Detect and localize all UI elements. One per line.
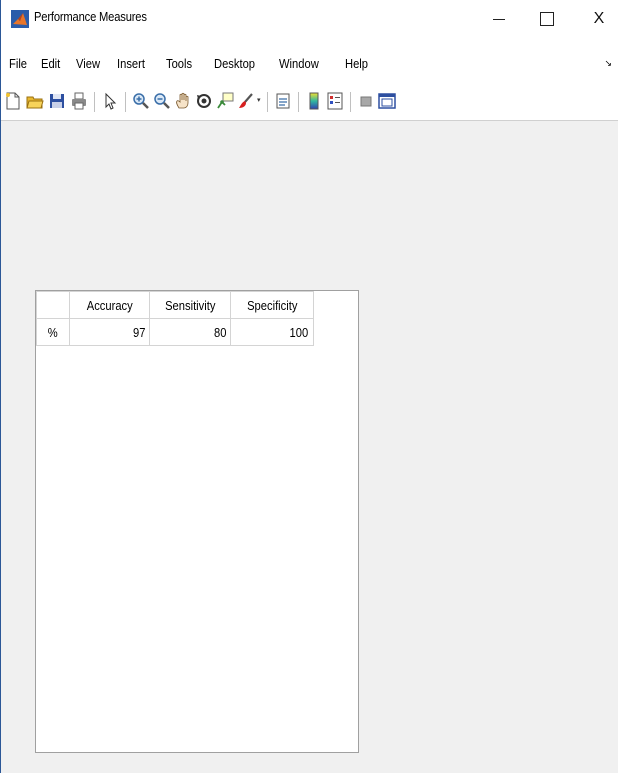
column-header-label: Accuracy [86, 297, 133, 313]
column-header-label: Sensitivity [164, 297, 216, 313]
zoom-out-button[interactable] [152, 91, 172, 111]
minimize-icon [493, 18, 505, 20]
data-cursor-icon [217, 92, 234, 109]
new-figure-button[interactable] [3, 91, 23, 111]
figure-window: Performance Measures X File Edit View In… [0, 0, 618, 773]
figure-toolbar: ▾ [1, 84, 618, 118]
hide-plot-tools-icon [360, 96, 372, 107]
link-plot-icon [276, 93, 290, 109]
sensitivity-value: 80 [213, 324, 226, 340]
figure-canvas: Accuracy Sensitivity Specificity % 97 80… [1, 120, 618, 773]
rotate-3d-icon [197, 94, 211, 108]
brush-dropdown-icon[interactable]: ▾ [257, 96, 261, 104]
specificity-value: 100 [289, 324, 309, 340]
window-title: Performance Measures [34, 9, 147, 24]
minimize-button[interactable] [479, 4, 519, 34]
toolbar-separator [350, 92, 351, 112]
column-header[interactable]: Specificity [230, 291, 314, 319]
matlab-logo-icon [11, 10, 29, 28]
menu-help[interactable]: Help [345, 56, 368, 71]
menu-tools[interactable]: Tools [166, 56, 192, 71]
table-corner-cell [36, 291, 70, 319]
open-file-button[interactable] [25, 91, 45, 111]
table-grid: Accuracy Sensitivity Specificity % 97 80… [36, 291, 314, 346]
open-file-icon [26, 96, 44, 109]
toolbar-separator [298, 92, 299, 112]
pointer-icon [105, 92, 117, 110]
new-figure-icon [6, 92, 20, 110]
data-cursor-button[interactable] [215, 91, 235, 111]
hide-plot-tools-button[interactable] [356, 91, 376, 111]
close-button[interactable]: X [579, 4, 618, 34]
edit-plot-button[interactable] [100, 91, 120, 111]
colorbar-button[interactable] [304, 91, 324, 111]
save-button[interactable] [47, 91, 67, 111]
print-icon [72, 92, 86, 110]
table-cell[interactable]: 97 [69, 318, 150, 346]
menu-edit[interactable]: Edit [41, 56, 60, 71]
brush-icon [239, 93, 253, 108]
maximize-button[interactable] [527, 4, 567, 34]
toolbar-separator [94, 92, 95, 112]
menu-bar: File Edit View Insert Tools Desktop Wind… [1, 52, 618, 76]
table-cell[interactable]: 80 [149, 318, 231, 346]
legend-button[interactable] [325, 91, 345, 111]
print-button[interactable] [69, 91, 89, 111]
toolbar-separator [125, 92, 126, 112]
pan-hand-icon [176, 92, 189, 109]
link-plot-button[interactable] [273, 91, 293, 111]
table-cell[interactable]: 100 [230, 318, 314, 346]
row-header[interactable]: % [36, 318, 70, 346]
accuracy-value: 97 [132, 324, 145, 340]
zoom-in-icon [133, 93, 149, 109]
title-bar[interactable]: Performance Measures X [1, 0, 618, 40]
column-header[interactable]: Accuracy [69, 291, 150, 319]
menu-file[interactable]: File [9, 56, 27, 71]
colorbar-icon [309, 92, 319, 110]
menu-insert[interactable]: Insert [117, 56, 145, 71]
brush-button[interactable] [236, 91, 256, 111]
zoom-out-icon [154, 93, 170, 109]
legend-icon [327, 92, 343, 110]
dock-figure-icon[interactable]: ↘ [604, 58, 612, 69]
pan-button[interactable] [173, 91, 193, 111]
performance-table[interactable]: Accuracy Sensitivity Specificity % 97 80… [35, 290, 359, 753]
zoom-in-button[interactable] [131, 91, 151, 111]
column-header-label: Specificity [246, 297, 298, 313]
show-plot-tools-icon [378, 93, 396, 109]
show-plot-tools-button[interactable] [377, 91, 397, 111]
table-row: % 97 80 100 [36, 318, 314, 346]
close-icon: X [593, 10, 605, 27]
toolbar-separator [267, 92, 268, 112]
menu-desktop[interactable]: Desktop [214, 56, 255, 71]
menu-view[interactable]: View [76, 56, 100, 71]
column-header[interactable]: Sensitivity [149, 291, 231, 319]
save-icon [50, 94, 64, 108]
row-header-label: % [48, 324, 58, 340]
maximize-icon [540, 12, 554, 26]
table-header-row: Accuracy Sensitivity Specificity [36, 291, 314, 319]
menu-window[interactable]: Window [279, 56, 319, 71]
rotate-3d-button[interactable] [194, 91, 214, 111]
